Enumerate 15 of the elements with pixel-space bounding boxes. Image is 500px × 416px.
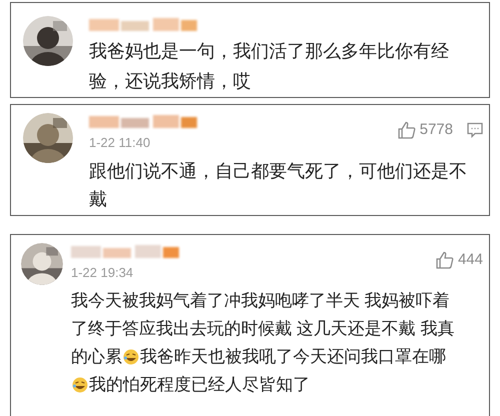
laughing-emoji-icon bbox=[72, 376, 88, 392]
like-button[interactable]: 444 bbox=[436, 249, 483, 272]
thumbs-up-icon bbox=[398, 121, 416, 140]
comment-time: 1-22 11:40 bbox=[89, 134, 152, 152]
comment-text: 的心累 bbox=[71, 346, 122, 368]
laughing-emoji-icon bbox=[123, 348, 139, 364]
thumbs-up-icon bbox=[436, 251, 454, 270]
comment-text: 我今天被我妈气着了冲我妈咆哮了半天 我妈被吓着了终于答应我出去玩的时候戴 这几天还是不戴 我真 bbox=[71, 290, 456, 340]
comment-text: 我爸昨天也被我吼了今天还问我口罩在哪 bbox=[140, 346, 446, 368]
comment-text: 我的怕死程度已经人尽皆知了 bbox=[89, 374, 310, 396]
comment-icon[interactable] bbox=[467, 122, 483, 138]
comment-time: 1-22 19:34 bbox=[71, 264, 134, 282]
like-button[interactable]: 5778 bbox=[398, 119, 453, 142]
comment-text: 我爸妈也是一句，我们活了那么多年比你有经验，还说我矫情，哎 bbox=[89, 40, 450, 93]
comment-text: 跟他们说不通，自己都要气死了，可他们还是不戴 bbox=[89, 160, 468, 210]
